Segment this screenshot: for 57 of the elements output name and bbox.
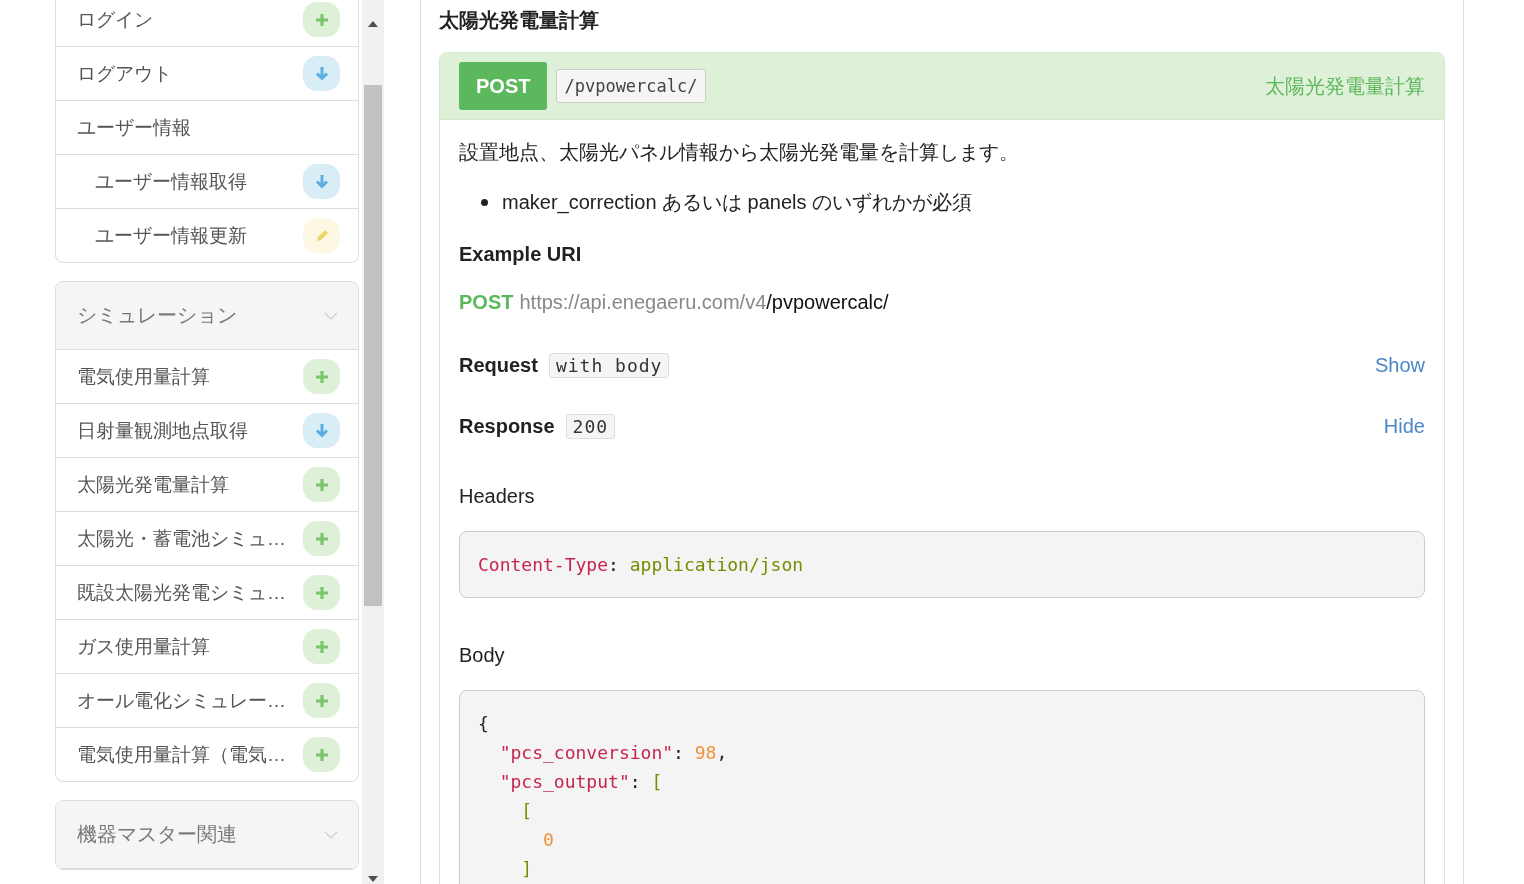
sidebar-item[interactable]: 太陽光・蓄電池シミュ… [56,512,358,566]
scroll-up-icon[interactable] [368,21,378,27]
code-line: { [478,712,490,736]
response-tag: 200 [565,414,616,439]
request-tag: with body [548,353,670,378]
endpoint-title: 太陽光発電量計算 [1265,73,1425,99]
plus-icon [303,737,340,772]
code-line: "pcs_conversion": 98, [498,741,729,765]
arrow-down-icon [303,164,340,199]
bullet-icon [481,198,488,206]
scrollbar-thumb[interactable] [364,85,382,606]
sidebar-item[interactable]: 電気使用量計算 [56,350,358,404]
chevron-down-icon[interactable] [324,311,338,320]
code-line: Content-Type: application/json [478,553,805,577]
sidebar-item[interactable]: ユーザー情報更新 [56,209,358,262]
sidebar-item[interactable]: ユーザー情報 [56,101,358,155]
section-heading: 太陽光発電量計算 [439,8,600,33]
code-line: "pcs_output": [ [498,770,664,794]
arrow-down-icon [303,413,340,448]
sidebar-item[interactable]: ガス使用量計算 [56,620,358,674]
bullet-text: maker_correction あるいは panels のいずれかが必須 [502,190,973,216]
description: 設置地点、太陽光パネル情報から太陽光発電量を計算します。 [459,140,1020,165]
sidebar-item[interactable]: 日射量観測地点取得 [56,404,358,458]
sidebar-item[interactable]: 太陽光発電量計算 [56,458,358,512]
plus-icon [303,2,340,37]
method-badge: POST [459,62,548,110]
scroll-down-icon[interactable] [368,876,378,882]
request-label: Request [459,354,538,377]
example-heading: Example URI [459,242,583,267]
response-label: Response [459,415,555,438]
scrollbar[interactable] [362,0,384,884]
chevron-down-icon[interactable] [324,830,338,839]
sidebar-item[interactable]: ログアウト [56,47,358,101]
endpoint-path: /pvpowercalc/ [556,69,706,103]
arrow-down-icon [303,56,340,91]
code-line: [ [520,799,534,823]
sidebar-item[interactable]: ユーザー情報取得 [56,155,358,209]
plus-icon [303,629,340,664]
sidebar-item[interactable]: ログイン [56,0,358,47]
toggle-link[interactable]: Show [1374,354,1425,377]
uri-base: https://api.enegaeru.com/v4 [519,291,767,313]
code-line: 0 [542,828,555,852]
plus-icon [303,575,340,610]
plus-icon [303,467,340,502]
section-label: Body [459,643,506,668]
plus-icon [303,683,340,718]
section-label: Headers [459,484,536,509]
pencil-icon [303,218,340,253]
uri-method: POST [459,291,514,313]
code-line: ] [520,857,534,881]
toggle-link[interactable]: Hide [1383,415,1425,438]
plus-icon [303,359,340,394]
uri-path: /pvpowercalc/ [766,291,889,313]
sidebar-item[interactable]: オール電化シミュレー… [56,674,358,728]
plus-icon [303,521,340,556]
sidebar-item[interactable]: 既設太陽光発電シミュ… [56,566,358,620]
sidebar-item[interactable]: 電気使用量計算（電気… [56,728,358,781]
